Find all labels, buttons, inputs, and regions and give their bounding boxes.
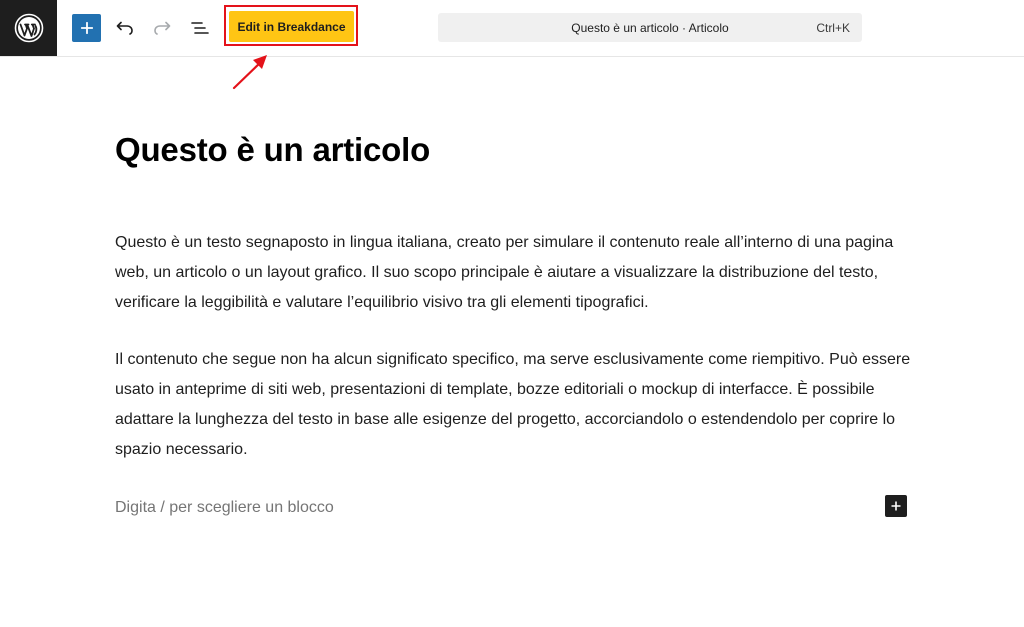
post-title[interactable]: Questo è un articolo (115, 131, 430, 169)
undo-icon (116, 21, 133, 35)
plus-icon (80, 22, 93, 34)
block-placeholder[interactable]: Digita / per scegliere un blocco (115, 499, 334, 517)
annotation-arrow-icon (232, 55, 267, 90)
redo-button[interactable] (150, 16, 174, 40)
redo-icon (154, 21, 171, 35)
add-block-button[interactable] (72, 14, 101, 42)
document-title: Questo è un articolo · Articolo (571, 21, 729, 35)
document-overview-button[interactable] (188, 16, 212, 40)
wordpress-icon (14, 13, 43, 43)
undo-button[interactable] (113, 16, 137, 40)
paragraph-block[interactable]: Questo è un testo segnaposto in lingua i… (115, 228, 915, 318)
plus-icon (891, 501, 901, 511)
editor-top-toolbar: Edit in Breakdance Questo è un articolo … (0, 0, 1024, 57)
wordpress-logo-button[interactable] (0, 0, 57, 56)
list-view-icon (191, 22, 209, 34)
keyboard-shortcut: Ctrl+K (816, 21, 850, 35)
annotation-highlight-box (224, 5, 358, 46)
command-palette-bar[interactable]: Questo è un articolo · Articolo Ctrl+K (438, 13, 862, 42)
paragraph-block[interactable]: Il contenuto che segue non ha alcun sign… (115, 345, 915, 465)
inline-add-block-button[interactable] (885, 495, 907, 517)
